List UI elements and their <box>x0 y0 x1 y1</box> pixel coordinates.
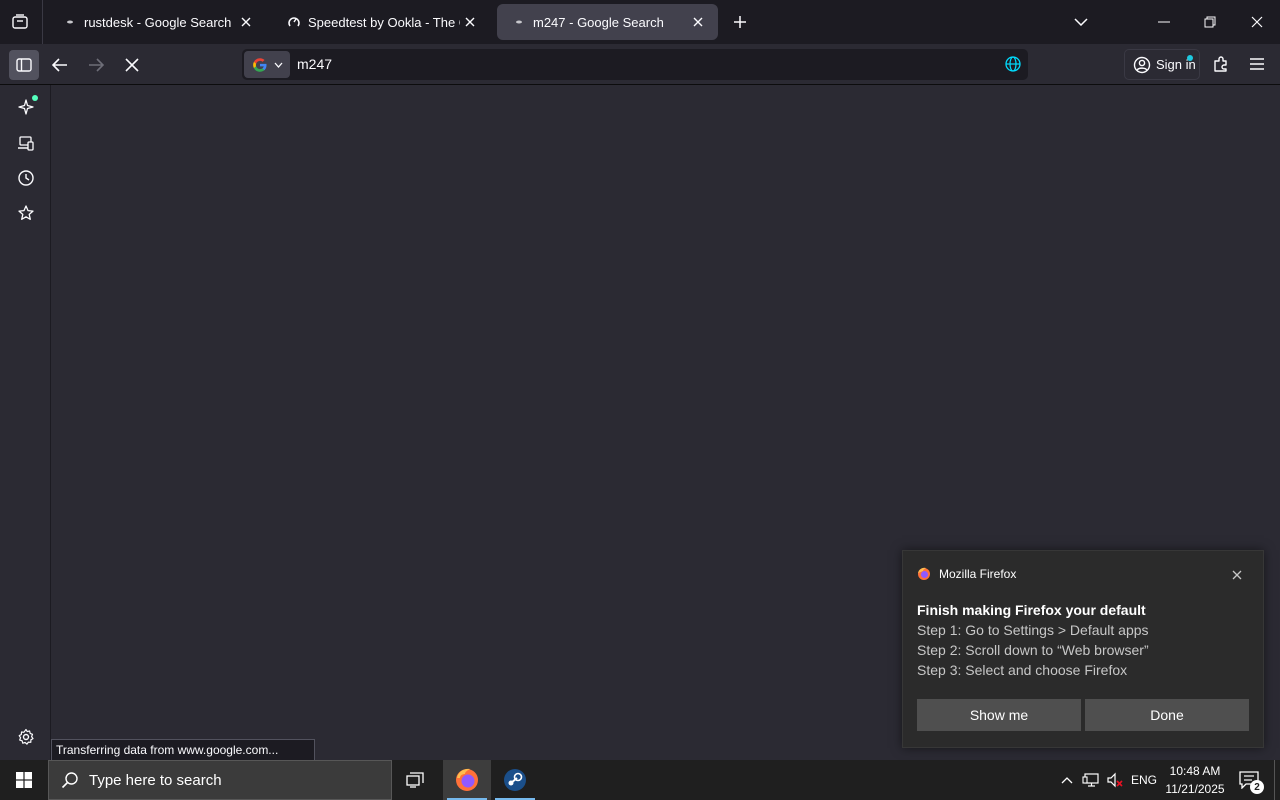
history-button[interactable] <box>11 163 41 193</box>
sidebar-icon <box>16 58 32 72</box>
taskbar-search-box[interactable]: Type here to search <box>48 760 392 800</box>
tab-separator <box>42 0 43 44</box>
done-button[interactable]: Done <box>1085 699 1249 731</box>
search-engine-button[interactable] <box>244 51 290 78</box>
synced-tabs-button[interactable] <box>11 128 41 158</box>
notification-header: Mozilla Firefox <box>917 567 1016 581</box>
forward-button[interactable] <box>81 50 111 80</box>
close-icon <box>1232 570 1242 580</box>
back-button[interactable] <box>45 50 75 80</box>
search-icon <box>61 772 78 789</box>
sidebar <box>0 85 51 760</box>
notification-dot <box>32 95 38 101</box>
list-all-tabs-button[interactable] <box>1068 10 1094 34</box>
clock[interactable]: 10:48 AM 11/21/2025 <box>1162 762 1228 798</box>
stop-button[interactable] <box>117 50 147 80</box>
show-hidden-icons-button[interactable] <box>1056 760 1078 800</box>
tab-rustdesk[interactable]: rustdesk - Google Search <box>48 4 266 40</box>
volume-muted-icon <box>1107 772 1123 788</box>
windows-taskbar: Type here to search ENG 10:48 AM 11/21/2… <box>0 760 1280 800</box>
close-icon <box>1251 16 1263 28</box>
show-me-button[interactable]: Show me <box>917 699 1081 731</box>
close-tab-icon[interactable] <box>460 12 480 32</box>
notification-step: Step 2: Scroll down to “Web browser” <box>917 642 1149 658</box>
taskbar-firefox[interactable] <box>443 760 491 800</box>
notification-count-badge: 2 <box>1250 780 1264 794</box>
url-input[interactable]: m247 <box>297 56 332 72</box>
firefox-logo-icon <box>918 567 930 580</box>
tab-strip: rustdesk - Google Search Speedtest by Oo… <box>0 0 1280 44</box>
start-button[interactable] <box>0 760 48 800</box>
account-icon <box>1133 56 1151 73</box>
notification-title: Finish making Firefox your default <box>917 602 1146 618</box>
customize-sidebar-button[interactable] <box>11 722 41 752</box>
loading-dot-icon <box>511 14 527 30</box>
restore-button[interactable] <box>1187 0 1233 44</box>
puzzle-icon <box>1214 56 1227 72</box>
speedtest-icon <box>286 14 302 30</box>
close-window-button[interactable] <box>1234 0 1280 44</box>
tab-title: Speedtest by Ookla - The Global Broadban… <box>308 14 460 30</box>
chevron-down-icon <box>1074 18 1088 26</box>
stop-icon <box>125 58 139 72</box>
app-menu-button[interactable] <box>1242 49 1272 79</box>
chevron-down-icon <box>274 62 282 68</box>
bookmarks-button[interactable] <box>11 198 41 228</box>
firefox-logo-icon <box>456 768 478 791</box>
firefox-view-button[interactable] <box>0 0 40 44</box>
clock-time: 10:48 AM <box>1169 764 1221 778</box>
clock-icon <box>18 170 34 186</box>
gear-icon <box>18 728 34 745</box>
globe-icon[interactable] <box>1004 55 1022 73</box>
notification-step: Step 3: Select and choose Firefox <box>917 662 1128 678</box>
network-icon <box>1082 773 1099 787</box>
tab-m247[interactable]: m247 - Google Search <box>497 4 718 40</box>
sidebar-toggle-button[interactable] <box>9 50 39 80</box>
status-panel: Transferring data from www.google.com... <box>51 739 315 760</box>
restore-icon <box>1204 16 1216 28</box>
address-bar[interactable]: m247 <box>242 49 1028 80</box>
clock-date: 11/21/2025 <box>1165 782 1225 796</box>
language-indicator[interactable]: ENG <box>1128 760 1160 800</box>
tab-title: m247 - Google Search <box>533 14 664 30</box>
close-tab-icon[interactable] <box>236 12 256 32</box>
task-view-icon <box>406 772 424 788</box>
ai-chatbot-button[interactable] <box>11 92 41 122</box>
loading-dot-icon <box>62 14 78 30</box>
sign-in-button[interactable]: Sign in <box>1124 49 1200 80</box>
task-view-button[interactable] <box>392 760 440 800</box>
show-desktop-button[interactable] <box>1274 760 1280 800</box>
plus-icon <box>734 16 746 28</box>
notification-close-button[interactable] <box>1227 565 1247 585</box>
network-tray-button[interactable] <box>1080 760 1102 800</box>
windows-logo-icon <box>16 772 32 788</box>
close-tab-icon[interactable] <box>688 12 708 32</box>
devices-icon <box>18 136 34 151</box>
notification-dot <box>1187 55 1193 61</box>
new-tab-button[interactable] <box>728 10 752 34</box>
volume-tray-button[interactable] <box>1104 760 1126 800</box>
star-icon <box>18 205 34 220</box>
extensions-button[interactable] <box>1206 49 1236 79</box>
notification-step: Step 1: Go to Settings > Default apps <box>917 622 1149 638</box>
navigation-toolbar: m247 Sign in <box>0 44 1280 85</box>
tab-speedtest[interactable]: Speedtest by Ookla - The Global Broadban… <box>272 4 490 40</box>
action-center-button[interactable]: 2 <box>1232 760 1266 800</box>
firefox-view-icon <box>12 14 28 29</box>
minimize-button[interactable] <box>1141 0 1187 44</box>
google-icon <box>252 57 266 72</box>
notification-app-name: Mozilla Firefox <box>939 567 1017 581</box>
back-arrow-icon <box>52 58 67 72</box>
sparkle-icon <box>18 99 34 115</box>
steam-logo-icon <box>504 769 526 791</box>
minimize-icon <box>1158 21 1170 23</box>
default-browser-notification: Mozilla Firefox Finish making Firefox yo… <box>902 550 1264 748</box>
forward-arrow-icon <box>89 58 104 72</box>
hamburger-icon <box>1250 58 1264 70</box>
tab-title: rustdesk - Google Search <box>84 14 232 30</box>
taskbar-steam[interactable] <box>491 760 539 800</box>
taskbar-search-placeholder: Type here to search <box>89 771 222 789</box>
chevron-up-icon <box>1061 777 1073 784</box>
